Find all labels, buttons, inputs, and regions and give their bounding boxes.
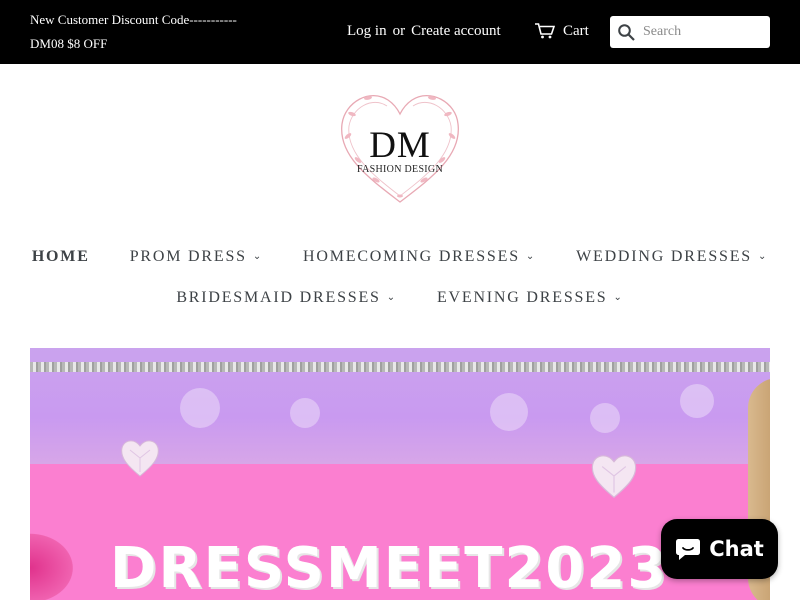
chevron-down-icon: ⌄	[252, 251, 264, 262]
cart-link[interactable]: Cart	[535, 20, 589, 42]
nav-item-label: BRIDESMAID DRESSES	[176, 289, 381, 306]
nav-item-label: WEDDING DRESSES	[576, 248, 752, 265]
chevron-down-icon: ⌄	[525, 251, 537, 262]
chat-bubble-icon	[676, 539, 701, 560]
nav-item-label: EVENING DRESSES	[436, 289, 608, 306]
chevron-down-icon: ⌄	[386, 292, 397, 303]
nav-item-label: HOMECOMING DRESSES	[303, 248, 520, 265]
search-box[interactable]	[610, 16, 770, 48]
discount-announcement: New Customer Discount Code----------- DM…	[30, 8, 290, 56]
nav-item-prom-dress[interactable]: PROM DRESS ⌄	[110, 246, 283, 268]
search-input[interactable]	[643, 24, 763, 40]
site-logo[interactable]: DM FASHION DESIGN	[330, 84, 470, 212]
nav-item-label: HOME	[31, 248, 90, 265]
chevron-down-icon: ⌄	[757, 251, 769, 262]
logo-initials: DM	[369, 125, 431, 166]
hero-banner[interactable]: DRESSMEET2023	[30, 348, 770, 600]
heart-diamond-icon	[591, 455, 637, 499]
nav-item-label: PROM DRESS	[129, 248, 247, 265]
login-link[interactable]: Log in	[347, 23, 387, 39]
nav-row-1: HOME PROM DRESS ⌄ HOMECOMING DRESSES ⌄ W…	[0, 246, 800, 268]
cart-icon	[535, 23, 555, 39]
glitter-stripe	[30, 362, 770, 372]
chat-label: Chat	[709, 537, 764, 561]
create-account-link[interactable]: Create account	[411, 23, 501, 39]
nav-item-evening-dresses[interactable]: EVENING DRESSES ⌄	[417, 287, 644, 309]
bokeh-light	[680, 384, 714, 418]
hero-title: DRESSMEET2023	[110, 536, 669, 600]
or-separator: or	[392, 23, 406, 39]
chat-button[interactable]: Chat	[661, 519, 778, 579]
cart-label: Cart	[563, 23, 589, 39]
bokeh-light	[590, 403, 620, 433]
model-left-image	[30, 528, 80, 600]
bokeh-light	[180, 388, 220, 428]
nav-item-bridesmaid-dresses[interactable]: BRIDESMAID DRESSES ⌄	[156, 287, 417, 309]
bokeh-light	[290, 398, 320, 428]
announcement-bar: New Customer Discount Code----------- DM…	[0, 0, 800, 64]
announcement-line-2: DM08 $8 OFF	[30, 36, 108, 51]
nav-row-2: BRIDESMAID DRESSES ⌄ EVENING DRESSES ⌄	[0, 287, 800, 309]
search-icon[interactable]	[618, 23, 635, 41]
heart-diamond-icon	[121, 440, 159, 477]
nav-item-wedding-dresses[interactable]: WEDDING DRESSES ⌄	[556, 246, 788, 268]
account-links: Log in or Create account	[347, 20, 501, 42]
bokeh-light	[490, 393, 528, 431]
announcement-line-1: New Customer Discount Code-----------	[30, 12, 237, 27]
logo-subtitle: FASHION DESIGN	[357, 164, 443, 175]
nav-item-home[interactable]: HOME	[12, 246, 110, 268]
chevron-down-icon: ⌄	[613, 292, 624, 303]
nav-item-homecoming-dresses[interactable]: HOMECOMING DRESSES ⌄	[283, 246, 556, 268]
